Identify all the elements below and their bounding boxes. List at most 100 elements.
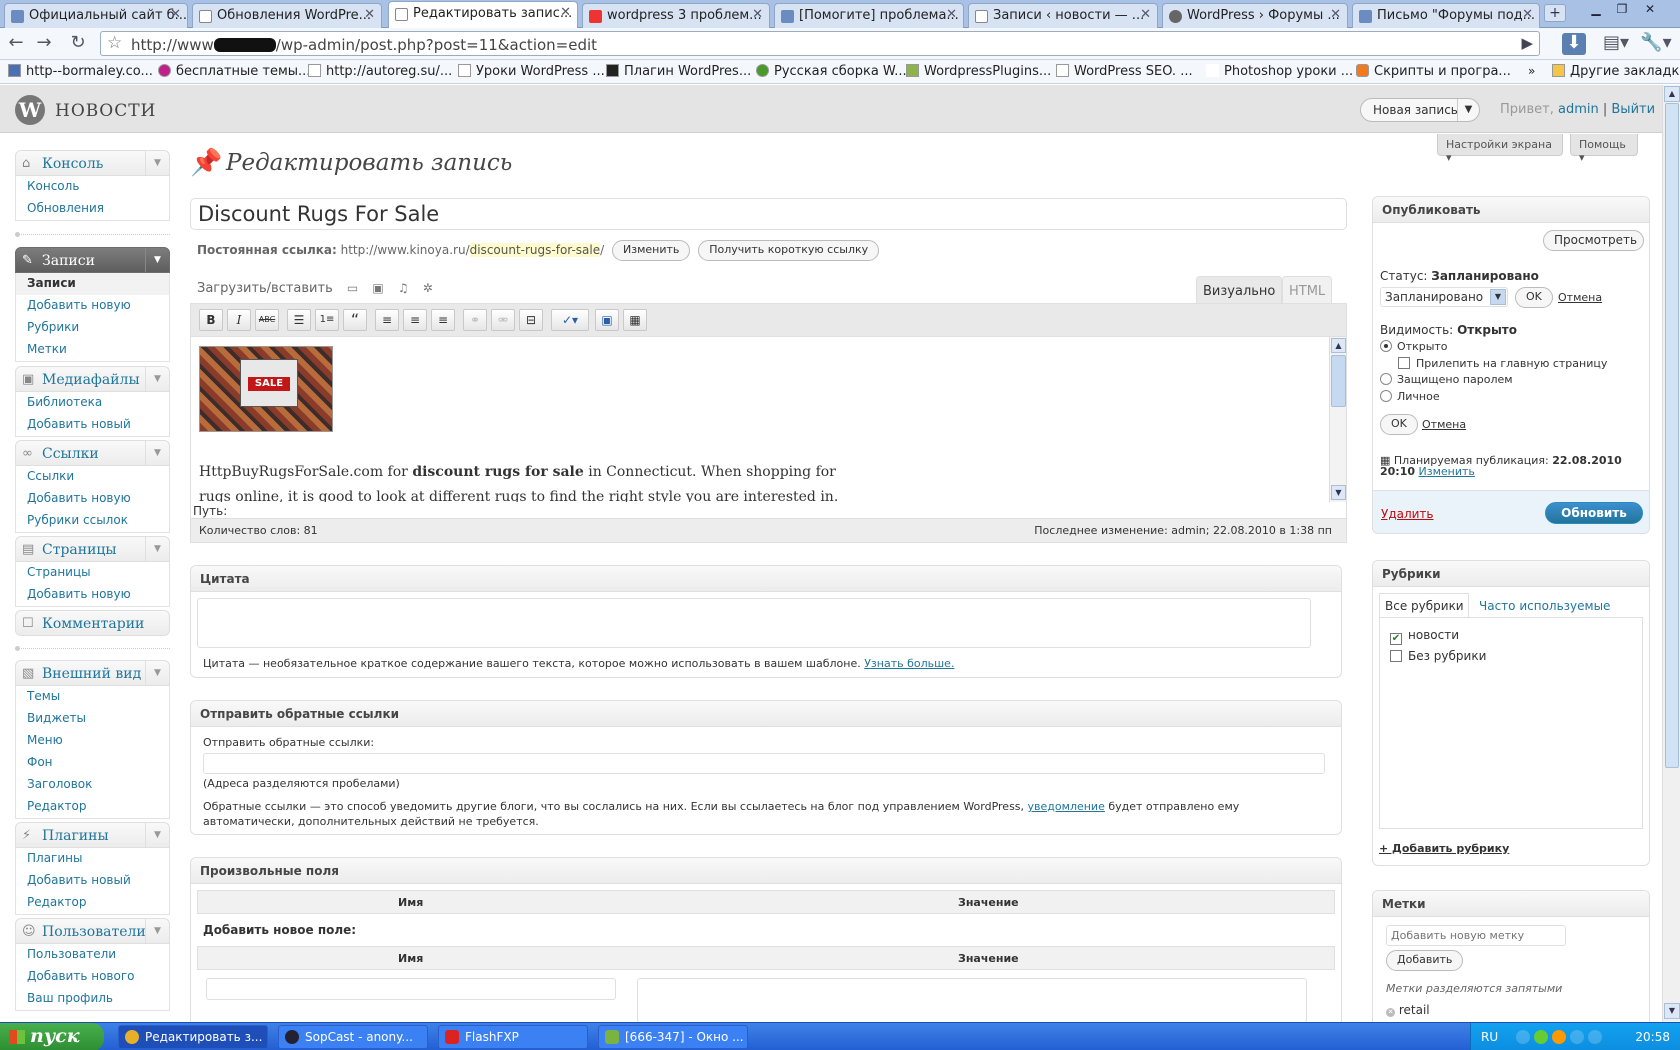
submenu-item[interactable]: Темы [16,686,169,708]
edit-permalink-button[interactable]: Изменить [612,240,691,261]
update-button[interactable]: Обновить [1545,502,1643,524]
add-image-icon[interactable]: ▭ [347,281,358,295]
radio-icon[interactable] [1380,373,1392,385]
browser-tab[interactable]: Письмо "Форумы под... ✕ [1352,3,1540,28]
add-category-link[interactable]: + Добавить рубрику [1379,842,1509,855]
permalink-slug[interactable]: discount-rugs-for-sale [469,243,601,257]
submenu-item[interactable]: Редактор [16,892,169,914]
submenu-item[interactable]: Виджеты [16,708,169,730]
align-right-icon[interactable]: ≡ [431,309,455,331]
bullet-list-icon[interactable]: ☰ [287,309,311,331]
italic-icon[interactable]: I [227,309,251,331]
submenu-item[interactable]: Редактор [16,796,169,818]
submenu-item[interactable]: Ваш профиль [16,988,169,1010]
close-icon[interactable]: ✕ [1140,7,1151,22]
radio-selected-icon[interactable] [1380,340,1392,352]
submenu-item[interactable]: Плагины [16,848,169,870]
forward-icon[interactable]: → [32,33,56,55]
bookmark-item[interactable]: Уроки WordPress ... [458,64,605,79]
taskbar-item[interactable]: FlashFXP [438,1025,588,1049]
learn-more-link[interactable]: Узнать больше. [864,657,954,670]
chevron-down-icon[interactable]: ▼ [145,537,169,561]
minimize-icon[interactable]: ▁ [1586,2,1606,18]
wrench-icon[interactable]: 🔧▾ [1640,33,1672,55]
browser-tab-active[interactable]: Редактировать запис... ✕ [388,1,578,29]
utility-icon[interactable] [1551,1030,1566,1044]
close-icon[interactable]: ✕ [170,7,181,22]
browser-tab[interactable]: Обновления WordPre... ✕ [192,3,382,28]
visibility-ok-button[interactable]: OK [1380,414,1418,435]
status-cancel-link[interactable]: Отмена [1558,291,1602,304]
publish-title[interactable]: Опубликовать [1373,197,1649,223]
submenu-item[interactable]: Добавить новую [16,295,169,317]
user-link[interactable]: admin [1558,102,1599,117]
checkbox-icon[interactable] [1398,357,1410,369]
language-indicator[interactable]: RU [1481,1030,1498,1044]
site-name[interactable]: НОВОСТИ [55,101,156,121]
schedule-edit-link[interactable]: Изменить [1419,465,1475,478]
new-field-name-input[interactable] [206,978,616,1000]
network-icon[interactable] [1515,1030,1530,1044]
close-icon[interactable]: ✕ [560,5,571,20]
safely-remove-icon[interactable] [1587,1030,1602,1044]
bookmark-item[interactable]: http--bormaley.co... [8,64,153,79]
checkbox-checked-icon[interactable]: ✔ [1390,633,1402,645]
tab-visual[interactable]: Визуально [1196,276,1283,304]
browser-tab[interactable]: Записи ‹ новости — ... ✕ [968,3,1158,28]
bookmarks-overflow-icon[interactable]: » [1528,64,1535,78]
status-select[interactable]: Запланировано ▼ [1380,287,1508,307]
browser-tab[interactable]: WordPress › Форумы ... ✕ [1162,3,1348,28]
scroll-thumb[interactable] [1331,355,1346,407]
bookmark-item[interactable]: WordpressPlugins... [906,64,1051,79]
bold-icon[interactable]: B [199,309,223,331]
trackbacks-title[interactable]: Отправить обратные ссылки [191,701,1341,727]
add-video-icon[interactable]: ▣ [372,281,383,295]
categories-title[interactable]: Рубрики [1373,561,1649,587]
screen-options-button[interactable]: Настройки экрана ▾ [1437,134,1563,164]
scroll-down-icon[interactable]: ▼ [1664,1003,1680,1019]
category-item[interactable]: ✔ новости [1390,628,1459,645]
submenu-item[interactable]: Библиотека [16,392,169,414]
bookmark-star-icon[interactable]: ☆ [107,33,122,53]
submenu-item[interactable]: Рубрики [16,317,169,339]
logout-link[interactable]: Выйти [1611,102,1655,117]
close-icon[interactable]: ✕ [364,7,375,22]
menu-pages[interactable]: ▤ Страницы ▼ [15,536,170,562]
remove-tag-icon[interactable]: ✕ [1386,1008,1395,1017]
scroll-up-icon[interactable]: ▲ [1664,86,1680,102]
chevron-down-icon[interactable]: ▼ [145,367,169,391]
excerpt-textarea[interactable] [197,598,1311,648]
menu-console[interactable]: ⌂ Консоль ▼ [15,150,170,176]
bookmark-item[interactable]: Скрипты и програ... [1356,64,1511,79]
excerpt-title[interactable]: Цитата [191,566,1341,592]
new-post-button[interactable]: Новая запись ▼ [1360,98,1480,122]
bookmark-item[interactable]: Photoshop уроки ... [1206,64,1353,79]
get-shortlink-button[interactable]: Получить короткую ссылку [698,240,880,261]
menu-plugins[interactable]: ⚡ Плагины ▼ [15,822,170,848]
category-item[interactable]: Без рубрики [1390,649,1486,663]
submenu-item[interactable]: Добавить новый [16,870,169,892]
tab-all-categories[interactable]: Все рубрики [1379,593,1469,617]
taskbar-item[interactable]: SopCast - anony... [278,1025,428,1049]
submenu-item[interactable]: Рубрики ссылок [16,510,169,532]
chevron-down-icon[interactable]: ▼ [145,248,169,272]
preview-button[interactable]: Просмотреть [1543,230,1644,251]
new-tab-button[interactable]: + [1544,4,1566,22]
checkbox-icon[interactable] [1390,650,1402,662]
sticky-option[interactable]: Прилепить на главную страницу [1398,357,1607,370]
chevron-down-icon[interactable]: ▼ [145,151,169,175]
start-button[interactable]: пуск [0,1023,104,1050]
link-icon[interactable]: ⚭ [463,309,487,331]
post-title-input[interactable]: Discount Rugs For Sale [190,198,1347,230]
align-center-icon[interactable]: ≡ [403,309,427,331]
align-left-icon[interactable]: ≡ [375,309,399,331]
antivirus-icon[interactable] [1533,1030,1548,1044]
numbered-list-icon[interactable]: 1≡ [315,309,339,331]
unlink-icon[interactable]: ⚮ [491,309,515,331]
reload-icon[interactable]: ↻ [66,33,90,55]
new-tag-input[interactable] [1386,925,1566,946]
taskbar-item[interactable]: [666-347] - Окно ... [598,1025,748,1049]
window-close-icon[interactable]: ✕ [1640,2,1660,18]
delete-link[interactable]: Удалить [1381,507,1434,521]
submenu-item[interactable]: Добавить нового [16,966,169,988]
